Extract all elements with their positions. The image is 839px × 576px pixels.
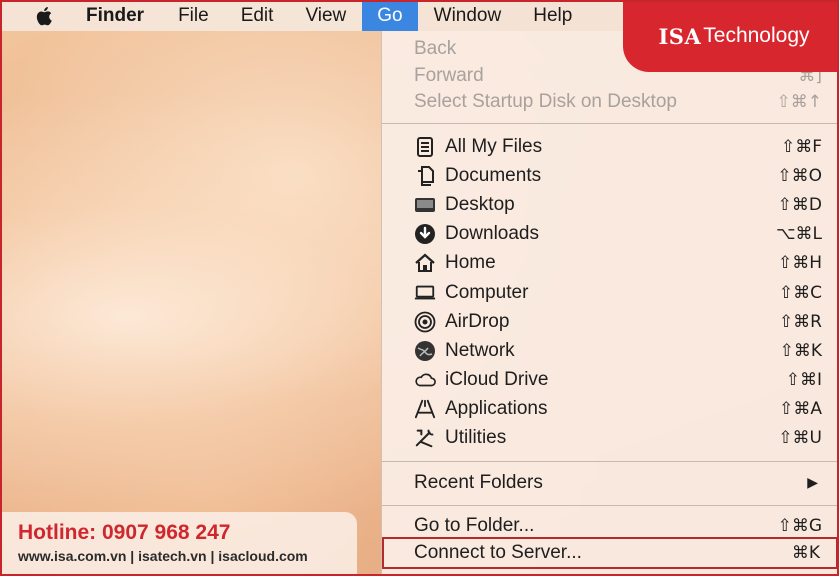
menu-item-shortcut: ⇧⌘R	[778, 311, 822, 332]
menu-item-label: Utilities	[445, 426, 507, 448]
menu-finder[interactable]: Finder	[86, 0, 162, 31]
airdrop-icon	[414, 311, 436, 333]
menu-item-label: Back	[414, 37, 457, 59]
submenu-arrow-icon: ▶	[807, 474, 818, 490]
menu-item-network[interactable]: Network ⇧⌘K	[382, 336, 839, 365]
menu-item-label: Downloads	[445, 222, 539, 244]
menu-item-label: Desktop	[445, 193, 515, 215]
menu-item-airdrop[interactable]: AirDrop ⇧⌘R	[382, 307, 839, 336]
menu-item-shortcut: ⇧⌘H	[777, 252, 822, 273]
menu-item-connect-to-server[interactable]: Connect to Server... ⌘K	[382, 537, 838, 569]
menu-item-label: Connect to Server...	[414, 542, 582, 563]
menu-item-shortcut: ⇧⌘↑	[776, 91, 823, 112]
hotline-box: Hotline: 0907 968 247 www.isa.com.vn | i…	[0, 512, 357, 576]
menu-item-shortcut: ⇧⌘G	[777, 515, 822, 536]
utilities-icon	[414, 427, 436, 449]
menu-item-home[interactable]: Home ⇧⌘H	[382, 248, 839, 277]
menu-item-shortcut: ⇧⌘K	[779, 340, 822, 361]
menu-item-label: Applications	[445, 397, 548, 419]
menu-item-shortcut: ⇧⌘I	[785, 369, 822, 390]
menu-item-utilities[interactable]: Utilities ⇧⌘U	[382, 423, 839, 452]
brand-name: ISA	[658, 23, 702, 49]
menu-item-startup-disk[interactable]: Select Startup Disk on Desktop ⇧⌘↑	[382, 87, 839, 116]
apple-logo-icon[interactable]	[34, 4, 56, 28]
brand-logo: ISA Technology	[623, 0, 839, 72]
menu-item-applications[interactable]: Applications ⇧⌘A	[382, 394, 839, 423]
menu-item-shortcut: ⇧⌘A	[779, 398, 822, 419]
menu-separator	[382, 123, 839, 124]
menu-item-recent-folders[interactable]: Recent Folders ▶	[382, 468, 839, 497]
menu-item-icloud-drive[interactable]: iCloud Drive ⇧⌘I	[382, 365, 839, 394]
menu-item-shortcut: ⇧⌘D	[777, 194, 822, 215]
menu-item-label: Home	[445, 251, 496, 273]
icloud-icon	[414, 369, 436, 391]
menu-separator	[382, 461, 839, 462]
go-menu-dropdown: Back Forward ⌘] Select Startup Disk on D…	[381, 31, 839, 576]
menu-item-computer[interactable]: Computer ⇧⌘C	[382, 278, 839, 307]
menu-item-label: Computer	[445, 281, 529, 303]
menu-item-label: Documents	[445, 164, 542, 186]
menu-item-go-to-folder[interactable]: Go to Folder... ⇧⌘G	[382, 511, 839, 540]
menu-window[interactable]: Window	[418, 0, 518, 31]
menu-item-shortcut: ⌘K	[791, 543, 820, 563]
menu-item-label: Network	[445, 339, 515, 361]
menu-item-desktop[interactable]: Desktop ⇧⌘D	[382, 190, 839, 219]
menu-item-documents[interactable]: Documents ⇧⌘O	[382, 161, 839, 190]
computer-icon	[414, 282, 436, 304]
menu-item-label: Select Startup Disk on Desktop	[414, 90, 677, 112]
menu-item-all-my-files[interactable]: All My Files ⇧⌘F	[382, 132, 839, 161]
menu-item-downloads[interactable]: Downloads ⌥⌘L	[382, 219, 839, 248]
hotline-number: Hotline: 0907 968 247	[18, 521, 231, 544]
menu-item-shortcut: ⌥⌘L	[775, 223, 822, 244]
menu-item-label: Go to Folder...	[414, 514, 535, 536]
menu-view[interactable]: View	[289, 0, 362, 31]
home-icon	[414, 252, 436, 274]
menu-item-shortcut: ⇧⌘F	[780, 136, 822, 157]
menu-go[interactable]: Go	[362, 0, 418, 31]
menu-separator	[382, 505, 839, 506]
menu-file[interactable]: File	[162, 0, 225, 31]
menu-item-label: All My Files	[445, 135, 543, 157]
network-icon	[414, 340, 436, 362]
desktop-icon	[414, 194, 436, 216]
menu-item-label: Forward	[414, 64, 484, 86]
menu-item-shortcut: ⇧⌘U	[778, 427, 822, 448]
menu-help[interactable]: Help	[517, 0, 588, 31]
menu-edit[interactable]: Edit	[225, 0, 290, 31]
applications-icon	[414, 398, 436, 420]
menu-item-label: iCloud Drive	[445, 368, 549, 390]
hotline-websites: www.isa.com.vn | isatech.vn | isacloud.c…	[18, 548, 308, 564]
menu-item-shortcut: ⇧⌘O	[777, 165, 822, 186]
documents-icon	[414, 165, 436, 187]
downloads-icon	[414, 223, 436, 245]
brand-suffix: Technology	[703, 24, 810, 47]
menu-item-shortcut: ⇧⌘C	[778, 282, 822, 303]
menu-item-label: Recent Folders	[414, 471, 543, 493]
menu-item-label: AirDrop	[445, 310, 510, 332]
all-my-files-icon	[414, 136, 436, 158]
